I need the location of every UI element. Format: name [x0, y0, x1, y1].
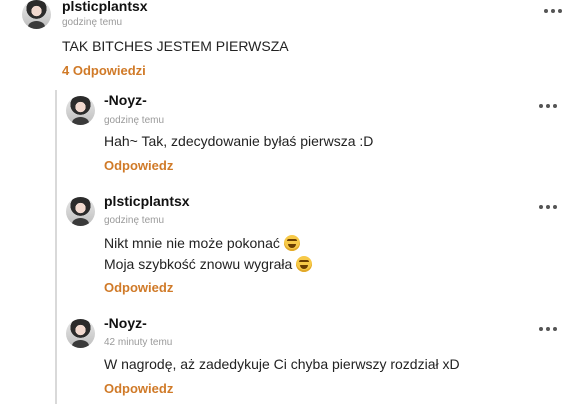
more-options-icon[interactable]	[538, 102, 558, 110]
more-options-icon[interactable]	[543, 7, 563, 15]
reply-2-reply-button[interactable]: Odpowiedz	[104, 280, 173, 295]
reply-3-username[interactable]: -Noyz-	[104, 315, 147, 331]
main-timestamp: godzinę temu	[62, 17, 123, 28]
reply-2-text-line-2: Moja szybkość znowu wygrała	[104, 256, 313, 272]
reply-2-line-2: Moja szybkość znowu wygrała	[104, 256, 293, 272]
main-username[interactable]: plsticplantsx	[62, 0, 148, 14]
grinning-sweat-emoji-icon	[283, 235, 300, 251]
reply-3-reply-button[interactable]: Odpowiedz	[104, 381, 173, 396]
reply-1-timestamp: godzinę temu	[104, 115, 165, 126]
reply-1-reply-button[interactable]: Odpowiedz	[104, 158, 173, 173]
replies-count-link[interactable]: 4 Odpowiedzi	[62, 63, 146, 78]
grinning-sweat-emoji-icon	[296, 256, 313, 272]
reply-3-timestamp: 42 minuty temu	[104, 337, 173, 348]
avatar-main[interactable]	[22, 0, 51, 29]
avatar-reply-2[interactable]	[66, 197, 95, 226]
reply-3-text: W nagrodę, aż zadedykuje Ci chyba pierws…	[104, 356, 460, 372]
avatar-reply-3[interactable]	[66, 319, 95, 348]
reply-1-text: Hah~ Tak, zdecydowanie byłaś pierwsza :D	[104, 133, 374, 149]
more-options-icon[interactable]	[538, 325, 558, 333]
reply-2-line-1: Nikt mnie nie może pokonać	[104, 235, 280, 251]
reply-2-timestamp: godzinę temu	[104, 215, 165, 226]
avatar-reply-1[interactable]	[66, 96, 95, 125]
reply-2-username[interactable]: plsticplantsx	[104, 193, 190, 209]
thread-line	[55, 90, 57, 404]
more-options-icon[interactable]	[538, 203, 558, 211]
main-comment-text: TAK BITCHES JESTEM PIERWSZA	[62, 38, 289, 54]
reply-2-text-line-1: Nikt mnie nie może pokonać	[104, 235, 300, 251]
reply-1-username[interactable]: -Noyz-	[104, 92, 147, 108]
